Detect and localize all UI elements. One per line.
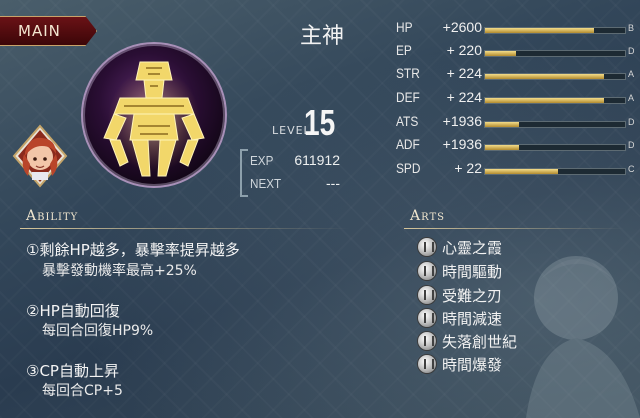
stat-bar	[484, 27, 626, 34]
stat-value: + 224	[446, 89, 482, 105]
stat-name: EP	[396, 42, 412, 58]
stat-name: ADF	[396, 136, 420, 152]
stat-bar	[484, 144, 626, 151]
art-label: 受難之刃	[442, 287, 503, 305]
art-label: 時間爆發	[442, 356, 503, 374]
stat-bar	[484, 168, 626, 175]
stat-grade: D	[628, 46, 635, 56]
main-tab-label: MAIN	[18, 22, 61, 40]
ability-desc: 暴擊發動機率最高+25%	[42, 263, 197, 279]
time-seal-icon	[418, 332, 436, 350]
ability-title: ①剩餘HP越多，暴擊率提昇越多	[26, 241, 240, 259]
stat-value: +2600	[442, 19, 482, 35]
stat-row-def: DEF + 224 A	[388, 88, 640, 110]
character-portrait	[12, 124, 68, 188]
stat-row-ep: EP + 220 D	[388, 41, 640, 63]
ability-title: ③CP自動上昇	[26, 362, 119, 380]
stat-value: +1936	[442, 113, 482, 129]
stat-grade: B	[628, 23, 635, 33]
stat-bar-fill	[485, 98, 604, 103]
ability-header: Ability	[26, 208, 79, 224]
art-item[interactable]: 時間驅動	[418, 261, 578, 283]
art-item[interactable]: 心靈之霞	[418, 237, 578, 259]
stat-bar	[484, 121, 626, 128]
stat-row-adf: ADF +1936 D	[388, 135, 640, 157]
time-seal-icon	[418, 238, 436, 256]
stat-name: STR	[396, 65, 420, 81]
stat-panel: HP +2600 B EP + 220 D STR + 224 A DEF + …	[388, 14, 640, 184]
art-label: 時間驅動	[442, 263, 503, 281]
status-screen: MAIN 主神 LEVEL 15 EXP 611912 NEXT --- HP …	[0, 0, 640, 418]
stat-grade: A	[628, 69, 635, 79]
stat-grade: C	[628, 164, 635, 174]
stat-row-hp: HP +2600 B	[388, 18, 640, 40]
stat-value: + 224	[446, 65, 482, 81]
ability-desc: 每回合回復HP9%	[42, 323, 154, 339]
stat-name: HP	[396, 19, 413, 35]
character-orb-icon	[80, 40, 228, 190]
character-name: 主神	[300, 24, 345, 49]
stat-value: +1936	[442, 136, 482, 152]
art-label: 失落創世紀	[442, 333, 518, 351]
stat-grade: D	[628, 140, 635, 150]
experience-box: EXP 611912 NEXT ---	[240, 149, 342, 197]
level-value: 15	[304, 102, 336, 143]
stat-bar	[484, 50, 626, 57]
stat-row-str: STR + 224 A	[388, 64, 640, 86]
art-item[interactable]: 受難之刃	[418, 285, 578, 307]
time-seal-icon	[418, 355, 436, 373]
stat-name: DEF	[396, 89, 420, 105]
arts-header: Arts	[410, 208, 445, 224]
stat-bar-fill	[485, 28, 595, 33]
next-value: ---	[326, 175, 340, 191]
stat-bar-fill	[485, 74, 604, 79]
stat-bar-fill	[485, 122, 519, 127]
stat-bar-fill	[485, 145, 519, 150]
exp-value: 611912	[294, 152, 340, 168]
ability-divider	[20, 228, 350, 229]
stat-bar	[484, 73, 626, 80]
art-item[interactable]: 時間爆發	[418, 354, 578, 376]
stat-row-spd: SPD + 22 C	[388, 159, 640, 181]
stat-grade: A	[628, 93, 635, 103]
stat-bar	[484, 97, 626, 104]
stat-name: SPD	[396, 160, 421, 176]
art-item[interactable]: 失落創世紀	[418, 331, 578, 353]
ability-title: ②HP自動回復	[26, 302, 120, 320]
stat-bar-fill	[485, 51, 516, 56]
art-label: 心靈之霞	[442, 239, 503, 257]
stat-bar-fill	[485, 169, 558, 174]
stat-name: ATS	[396, 113, 419, 129]
arts-divider	[404, 228, 624, 229]
art-item[interactable]: 時間減速	[418, 308, 578, 330]
time-seal-icon	[418, 309, 436, 327]
time-seal-icon	[418, 286, 436, 304]
art-label: 時間減速	[442, 310, 503, 328]
time-seal-icon	[418, 262, 436, 280]
stat-grade: D	[628, 117, 635, 127]
stat-row-ats: ATS +1936 D	[388, 112, 640, 134]
stat-value: + 220	[446, 42, 482, 58]
ability-desc: 每回合CP+5	[42, 383, 123, 399]
stat-value: + 22	[454, 160, 482, 176]
